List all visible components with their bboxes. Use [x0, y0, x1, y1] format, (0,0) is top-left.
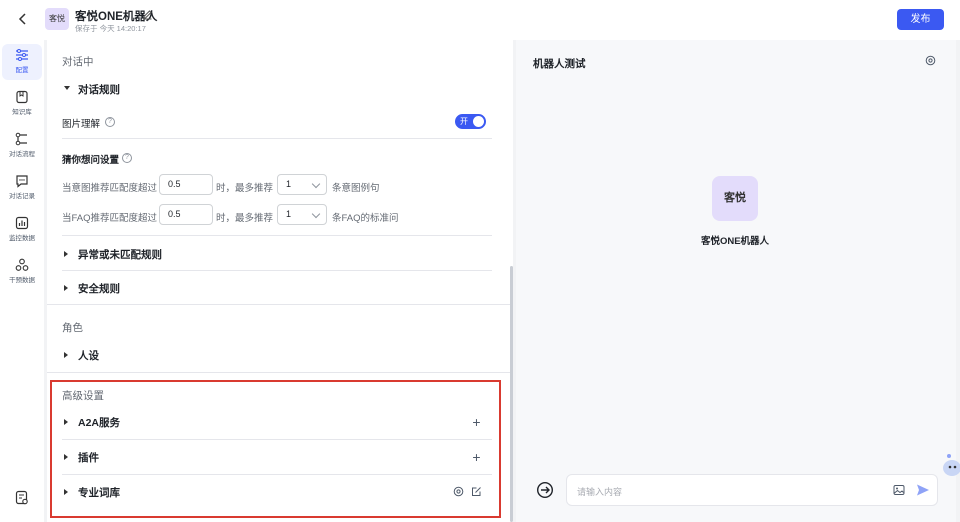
divider	[62, 270, 492, 271]
sidebar-item-flow[interactable]: 对话流程	[2, 128, 42, 164]
a2a-title: A2A服务	[78, 417, 121, 429]
book-icon	[16, 90, 28, 104]
divider	[62, 439, 492, 440]
flow-icon	[15, 132, 27, 146]
abnormal-rules-title: 异常或未匹配规则	[78, 249, 162, 261]
document-settings-icon[interactable]	[14, 490, 30, 506]
sidebar-item-label: 干预数据	[9, 277, 35, 284]
sidebar-item-label: 对话记录	[9, 193, 35, 200]
image-understanding-label: 图片理解	[62, 119, 101, 130]
section-divider	[47, 304, 513, 305]
faq-middle: 时，最多推荐	[216, 213, 274, 224]
intent-suffix: 条意图例句	[332, 183, 380, 194]
left-sidebar: 配置 知识库 对话流程 对话记录 监控数据 干预数据	[0, 40, 44, 522]
edit-icon[interactable]	[142, 9, 153, 20]
section-divider	[47, 372, 513, 373]
edit-icon[interactable]	[471, 486, 482, 497]
clear-conversation-icon[interactable]	[536, 481, 554, 499]
config-panel: 对话中 对话规则 图片理解 ? 开 猜你想问设置 ? 当意图推荐匹配度超过 0.…	[47, 40, 513, 522]
intent-middle: 时，最多推荐	[216, 183, 274, 194]
back-icon[interactable]	[15, 11, 31, 27]
bot-caption: 客悦ONE机器人	[700, 236, 770, 247]
faq-count-select[interactable]: 1	[277, 204, 327, 225]
help-icon[interactable]: ?	[105, 117, 115, 127]
bot-avatar: 客悦	[712, 176, 758, 221]
intent-threshold-input[interactable]: 0.5	[159, 174, 213, 195]
dialog-rules-header[interactable]: 对话规则	[62, 74, 492, 104]
chart-icon	[15, 216, 29, 230]
image-understanding-toggle[interactable]: 开	[455, 114, 486, 129]
faq-threshold-input[interactable]: 0.5	[159, 204, 213, 225]
section-role-title: 角色	[62, 322, 83, 334]
toggle-knob	[473, 116, 484, 127]
intent-count-value: 1	[286, 179, 292, 189]
settings-icon[interactable]	[925, 55, 936, 66]
bot-logo: 客悦	[45, 8, 69, 30]
publish-button[interactable]: 发布	[897, 9, 944, 30]
chat-record-icon	[16, 175, 28, 188]
faq-suffix: 条FAQ的标准问	[332, 213, 399, 224]
intent-count-select[interactable]: 1	[277, 174, 327, 195]
sidebar-item-records[interactable]: 对话记录	[2, 170, 42, 206]
toggle-label: 开	[460, 117, 468, 126]
abnormal-rules-header[interactable]: 异常或未匹配规则	[62, 239, 492, 269]
sidebar-item-intervene[interactable]: 干预数据	[2, 254, 42, 290]
dialog-rules-title: 对话规则	[78, 84, 120, 96]
sidebar-item-label: 对话流程	[9, 151, 35, 158]
sidebar-item-label: 监控数据	[9, 235, 35, 242]
faq-count-value: 1	[286, 209, 292, 219]
settings-icon[interactable]	[453, 486, 464, 497]
persona-header[interactable]: 人设	[62, 340, 492, 370]
send-icon[interactable]	[916, 483, 930, 497]
sliders-icon	[16, 49, 28, 61]
a2a-header[interactable]: A2A服务	[62, 407, 492, 437]
caret-right-icon	[64, 251, 68, 257]
nodes-icon	[15, 258, 29, 271]
caret-down-icon	[64, 86, 70, 90]
safety-rules-title: 安全规则	[78, 283, 120, 295]
persona-title: 人设	[78, 350, 99, 362]
section-dialog-title: 对话中	[62, 56, 94, 68]
intent-prefix: 当意图推荐匹配度超过	[62, 183, 158, 194]
top-bar: 客悦 客悦ONE机器人 保存于 今天 14:20:17 发布	[0, 0, 960, 40]
caret-right-icon	[64, 419, 68, 425]
sidebar-item-knowledge[interactable]: 知识库	[2, 86, 42, 122]
divider	[62, 474, 492, 475]
chevron-down-icon	[311, 209, 321, 219]
save-time: 保存于 今天 14:20:17	[75, 24, 146, 33]
sidebar-item-monitor[interactable]: 监控数据	[2, 212, 42, 248]
sidebar-item-label: 配置	[15, 67, 29, 74]
caret-right-icon	[64, 454, 68, 460]
scrollbar[interactable]	[510, 266, 513, 522]
lexicon-header[interactable]: 专业词库	[62, 477, 492, 507]
caret-right-icon	[64, 489, 68, 495]
sidebar-item-label: 知识库	[12, 109, 32, 116]
chevron-down-icon	[311, 179, 321, 189]
help-icon[interactable]: ?	[122, 153, 132, 163]
add-a2a-icon[interactable]: +	[471, 415, 482, 429]
test-panel-title: 机器人测试	[533, 58, 586, 70]
divider	[62, 138, 492, 139]
sidebar-item-config[interactable]: 配置	[2, 44, 42, 80]
assistant-mascot-icon[interactable]	[940, 450, 960, 478]
plugins-header[interactable]: 插件	[62, 442, 492, 472]
image-upload-icon[interactable]	[893, 484, 905, 496]
safety-rules-header[interactable]: 安全规则	[62, 273, 492, 303]
section-advanced-title: 高级设置	[62, 390, 104, 402]
caret-right-icon	[64, 285, 68, 291]
add-plugin-icon[interactable]: +	[471, 450, 482, 464]
bot-test-panel: 机器人测试 客悦 客悦ONE机器人 请输入内容	[516, 40, 956, 522]
chat-input[interactable]: 请输入内容	[566, 474, 938, 506]
plugins-title: 插件	[78, 452, 99, 464]
chat-input-placeholder: 请输入内容	[577, 487, 623, 497]
lexicon-title: 专业词库	[78, 487, 120, 499]
divider	[62, 235, 492, 236]
caret-right-icon	[64, 352, 68, 358]
faq-prefix: 当FAQ推荐匹配度超过	[62, 213, 158, 224]
guess-settings-title: 猜你想问设置	[62, 155, 120, 166]
